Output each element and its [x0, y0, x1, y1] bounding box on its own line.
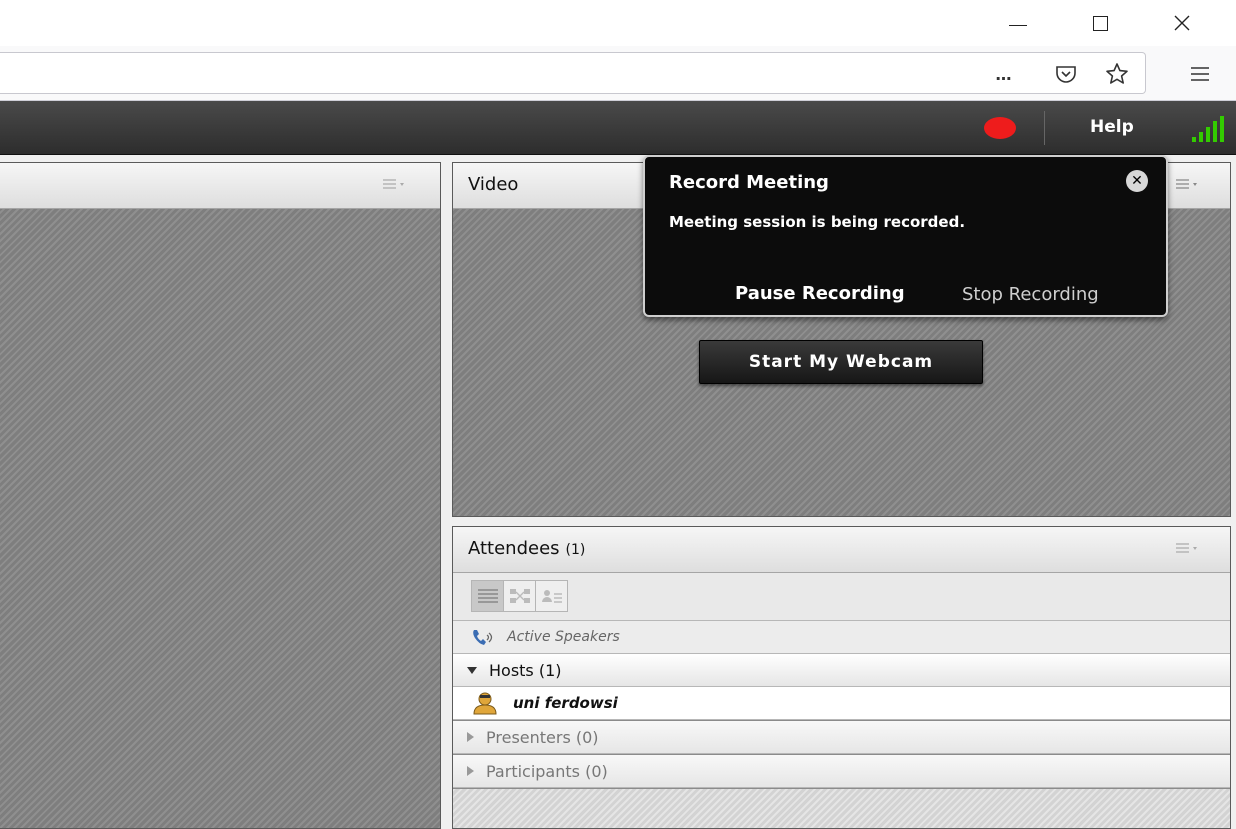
window-titlebar	[0, 0, 1236, 46]
bookmark-button[interactable]	[1103, 60, 1131, 88]
attendees-view-toolbar	[453, 573, 1230, 621]
attendees-pod: Attendees (1) Active Speakers Hosts (1) u…	[452, 526, 1231, 829]
pod-menu-icon	[1176, 179, 1197, 189]
more-icon: …	[995, 64, 1013, 84]
pod-menu-icon	[1176, 543, 1197, 553]
breakout-view-button[interactable]	[503, 580, 536, 612]
video-pod-title: Video	[468, 174, 519, 195]
header-divider	[1044, 111, 1045, 145]
participants-group-row[interactable]: Participants (0)	[453, 755, 1230, 788]
list-view-button[interactable]	[471, 580, 504, 612]
stop-recording-button[interactable]: Stop Recording	[962, 284, 1099, 305]
help-menu[interactable]: Help	[1090, 117, 1134, 137]
recording-indicator-icon[interactable]	[984, 117, 1016, 139]
star-icon	[1106, 63, 1128, 84]
expand-down-icon	[467, 666, 477, 674]
host-user-icon	[473, 692, 497, 715]
hosts-group-label: Hosts (1)	[489, 660, 562, 680]
pod-menu-button[interactable]	[382, 177, 408, 195]
attendees-pod-menu-button[interactable]	[1175, 541, 1201, 559]
connection-signal-icon	[1192, 116, 1224, 142]
hamburger-icon	[1191, 67, 1209, 81]
attendee-row[interactable]: uni ferdowsi	[453, 687, 1230, 720]
attendee-name: uni ferdowsi	[513, 694, 618, 712]
presenters-group-row[interactable]: Presenters (0)	[453, 721, 1230, 754]
participants-group-label: Participants (0)	[486, 761, 608, 781]
record-meeting-popup: Record Meeting ✕ Meeting session is bein…	[643, 155, 1168, 317]
phone-speaker-icon	[473, 630, 493, 645]
presenters-group-label: Presenters (0)	[486, 727, 599, 747]
page-actions-button[interactable]: …	[990, 60, 1018, 88]
meeting-header: Help	[0, 101, 1236, 155]
active-speakers-label: Active Speakers	[507, 629, 620, 645]
pocket-icon	[1056, 66, 1076, 83]
maximize-icon	[1092, 15, 1108, 31]
attendees-pod-header: Attendees (1)	[453, 527, 1230, 573]
attendees-count: (1)	[565, 542, 586, 558]
close-icon: ✕	[1131, 173, 1143, 189]
close-icon	[1174, 15, 1190, 31]
list-view-icon	[477, 589, 498, 603]
close-window-button[interactable]	[1159, 0, 1205, 46]
minimize-button[interactable]	[995, 0, 1041, 46]
record-popup-message: Meeting session is being recorded.	[669, 213, 966, 231]
status-view-button[interactable]	[535, 580, 568, 612]
attendees-list-background	[453, 789, 1230, 828]
video-pod-menu-button[interactable]	[1175, 177, 1201, 195]
pod-menu-icon	[383, 179, 404, 189]
browser-toolbar: …	[0, 46, 1236, 101]
pod-background	[0, 163, 440, 828]
pause-recording-button[interactable]: Pause Recording	[735, 283, 905, 304]
browser-menu-button[interactable]	[1185, 60, 1215, 88]
start-webcam-button[interactable]: Start My Webcam	[699, 340, 983, 384]
hosts-group-row[interactable]: Hosts (1)	[453, 654, 1230, 687]
share-pod	[0, 162, 441, 829]
maximize-button[interactable]	[1077, 0, 1123, 46]
record-popup-title: Record Meeting	[669, 172, 829, 193]
expand-right-icon	[467, 732, 474, 742]
active-speakers-row: Active Speakers	[453, 621, 1230, 654]
expand-right-icon	[467, 766, 474, 776]
status-view-icon	[541, 590, 562, 603]
breakout-view-icon	[509, 589, 530, 603]
attendees-pod-title: Attendees (1)	[468, 538, 585, 559]
share-pod-header	[0, 163, 440, 209]
close-popup-button[interactable]: ✕	[1126, 170, 1148, 192]
minimize-icon	[1009, 24, 1027, 26]
pocket-button[interactable]	[1052, 60, 1080, 88]
url-bar[interactable]	[0, 52, 1146, 94]
attendees-title-text: Attendees	[468, 538, 560, 559]
